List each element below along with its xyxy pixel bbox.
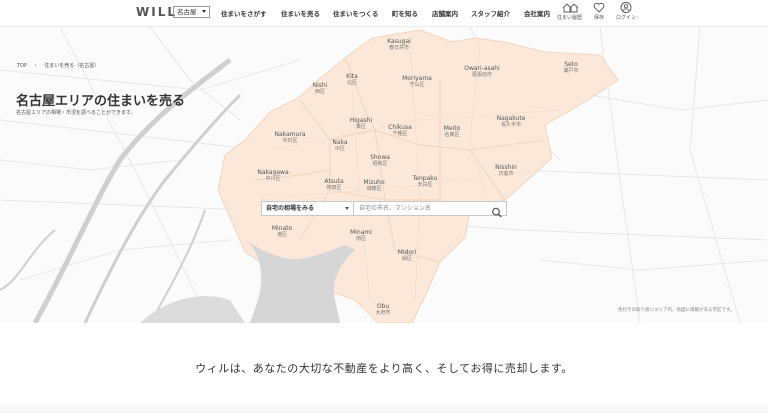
- city-owari-asahi[interactable]: Owari-asahi 尾張旭市: [464, 65, 500, 78]
- login-label: ログイン: [616, 15, 637, 21]
- city-chikusa[interactable]: Chikusa 千種区: [388, 124, 412, 137]
- city-nagakute[interactable]: Nagakute 長久手市: [497, 115, 526, 128]
- city-nisshin[interactable]: Nisshin 日進市: [495, 164, 517, 177]
- city-kasugai[interactable]: Kasugai 春日井市: [387, 38, 411, 51]
- map-note: 色付きの取り扱いエリア内、地図に掲載がある市区です。: [618, 308, 735, 313]
- saved-button[interactable]: 保存: [593, 2, 605, 21]
- nav-staff[interactable]: スタッフ紹介: [471, 8, 510, 18]
- login-button[interactable]: ログイン: [616, 2, 636, 21]
- price-search-bar: 自宅の相場をみる: [261, 201, 507, 218]
- site-header: WILL 名古屋 住まいをさがす 住まいを売る 住まいをつくる 町を知る 店舗案…: [0, 0, 768, 27]
- history-button[interactable]: 住まい履歴: [557, 2, 582, 21]
- heart-icon: [593, 2, 605, 13]
- nav-search-home[interactable]: 住まいをさがす: [221, 8, 267, 18]
- city-midori[interactable]: Midori 緑区: [398, 249, 416, 262]
- nav-company[interactable]: 会社案内: [524, 8, 550, 18]
- city-nakamura[interactable]: Nakamura 中村区: [274, 131, 305, 144]
- city-moriyama[interactable]: Moriyama 守山区: [402, 75, 432, 88]
- city-minato[interactable]: Minato 港区: [272, 225, 292, 238]
- search-button[interactable]: [491, 203, 503, 218]
- saved-label: 保存: [593, 15, 604, 21]
- city-meito[interactable]: Meito 名東区: [444, 125, 461, 138]
- chevron-right-icon: ›: [34, 63, 37, 69]
- area-select[interactable]: 名古屋: [173, 6, 210, 18]
- city-seto[interactable]: Seto 瀬戸市: [563, 61, 578, 74]
- logo[interactable]: WILL: [136, 5, 177, 19]
- city-nishi[interactable]: Nishi 西区: [313, 82, 328, 95]
- city-kita[interactable]: Kita 北区: [346, 73, 358, 86]
- caret-down-icon: [202, 10, 206, 13]
- map-hero: TOP › 住まいを売る（名古屋） 名古屋エリアの住まいを売る 名古屋エリアの相…: [0, 27, 768, 323]
- caret-down-icon: [345, 207, 349, 210]
- city-mizuho[interactable]: Mizuho 瑞穂区: [363, 179, 384, 192]
- section-divider: [0, 400, 768, 413]
- page-title: 名古屋エリアの住まいを売る: [16, 94, 186, 109]
- nav-build-home[interactable]: 住まいをつくる: [333, 8, 378, 18]
- city-minami[interactable]: Minami 南区: [350, 229, 372, 242]
- nav-town[interactable]: 町を知る: [392, 8, 418, 18]
- city-atsuta[interactable]: Atsuta 熱田区: [324, 178, 343, 191]
- area-map[interactable]: [0, 27, 768, 323]
- search-mode-select[interactable]: 自宅の相場をみる: [262, 202, 354, 215]
- history-label: 住まい履歴: [557, 15, 583, 21]
- city-tenpaku[interactable]: Tenpaku 天白区: [413, 175, 438, 188]
- user-icon: [620, 2, 632, 13]
- city-higashi[interactable]: Higashi 東区: [350, 117, 372, 130]
- city-obu[interactable]: Obu 大府市: [375, 303, 390, 316]
- tagline: ウィルは、あなたの大切な不動産をより高く、そしてお得に売却します。: [195, 362, 573, 375]
- house-icon: [562, 3, 578, 13]
- breadcrumb-top[interactable]: TOP: [17, 63, 27, 69]
- page-subtitle: 名古屋エリアの相場・市況を調べることができます。: [16, 110, 136, 116]
- search-mode-label: 自宅の相場をみる: [266, 205, 315, 212]
- area-select-value: 名古屋: [177, 8, 197, 16]
- city-naka[interactable]: Naka 中区: [332, 139, 347, 152]
- nav-stores[interactable]: 店舗案内: [432, 8, 458, 18]
- search-input[interactable]: [355, 202, 488, 215]
- search-icon: [492, 207, 502, 218]
- breadcrumb-current: 住まいを売る（名古屋）: [44, 63, 100, 69]
- city-nakagawa[interactable]: Nakagawa 中川区: [257, 169, 288, 182]
- city-showa[interactable]: Showa 昭和区: [370, 154, 390, 167]
- nav-sell-home[interactable]: 住まいを売る: [281, 8, 320, 18]
- breadcrumb: TOP › 住まいを売る（名古屋）: [17, 62, 105, 69]
